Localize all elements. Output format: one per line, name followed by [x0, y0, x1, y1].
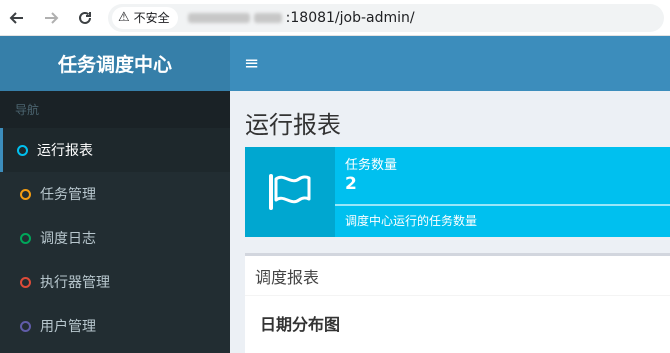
info-box-number: 2: [345, 174, 357, 194]
url-path: :18081/job-admin/: [285, 9, 415, 26]
menu-toggle-icon[interactable]: ≡: [244, 54, 259, 73]
report-box-header: 调度报表: [245, 256, 670, 296]
info-box-description: 调度中心运行的任务数量: [345, 214, 478, 228]
circle-icon: [17, 144, 28, 156]
sidebar-item-run-report[interactable]: 运行报表: [0, 128, 230, 172]
circle-icon: [20, 188, 31, 200]
info-box-progress-bar: [335, 204, 670, 206]
forward-arrow-icon: [45, 11, 59, 24]
sidebar-item-executor-management[interactable]: 执行器管理: [0, 260, 230, 304]
sidebar: 导航 运行报表 任务管理 调度日志 执行器管理 用户管理: [0, 91, 230, 353]
date-distribution-title: 日期分布图: [260, 315, 341, 334]
reload-button[interactable]: [68, 0, 102, 36]
app-logo[interactable]: 任务调度中心: [0, 36, 230, 91]
browser-toolbar: ⚠ 不安全 :18081/job-admin/: [0, 0, 670, 36]
sidebar-item-label: 调度日志: [40, 231, 96, 247]
report-box-title: 调度报表: [255, 267, 320, 287]
top-navbar: ≡: [230, 36, 670, 91]
task-count-info-box: 任务数量 2 调度中心运行的任务数量: [245, 147, 670, 237]
info-box-label: 任务数量: [345, 158, 398, 173]
redacted-host: [187, 12, 250, 23]
circle-icon: [20, 320, 31, 332]
sidebar-section-text: 导航: [15, 103, 40, 117]
circle-icon: [20, 276, 31, 288]
url-text: :18081/job-admin/: [187, 9, 415, 26]
sidebar-item-dispatch-log[interactable]: 调度日志: [0, 216, 230, 260]
info-box-content: 任务数量 2 调度中心运行的任务数量: [335, 147, 670, 237]
sidebar-item-label: 任务管理: [40, 187, 96, 203]
sidebar-item-job-management[interactable]: 任务管理: [0, 172, 230, 216]
back-arrow-icon: [9, 11, 23, 24]
sidebar-item-label: 用户管理: [40, 319, 96, 335]
main-content: 运行报表 任务数量 2 调度中心运行的任务数量 调度报表 日期分布图: [230, 91, 670, 353]
page-title: 运行报表: [245, 111, 341, 139]
back-button[interactable]: [0, 0, 34, 36]
report-box: 调度报表 日期分布图: [245, 253, 670, 353]
forward-button[interactable]: [34, 0, 68, 36]
redacted-host-part: [253, 12, 282, 23]
flag-icon: [269, 174, 311, 210]
warning-icon: ⚠: [118, 10, 130, 25]
reload-icon: [79, 11, 91, 24]
logo-text: 任务调度中心: [57, 54, 172, 76]
info-box-icon-area: [245, 147, 335, 237]
circle-icon: [20, 232, 31, 244]
sidebar-item-user-management[interactable]: 用户管理: [0, 304, 230, 348]
security-indicator[interactable]: ⚠ 不安全: [112, 6, 178, 29]
address-bar[interactable]: ⚠ 不安全 :18081/job-admin/: [108, 3, 664, 32]
security-label: 不安全: [133, 11, 170, 25]
sidebar-section-label: 导航: [0, 91, 230, 128]
sidebar-item-label: 运行报表: [37, 143, 93, 159]
sidebar-item-label: 执行器管理: [40, 275, 110, 291]
